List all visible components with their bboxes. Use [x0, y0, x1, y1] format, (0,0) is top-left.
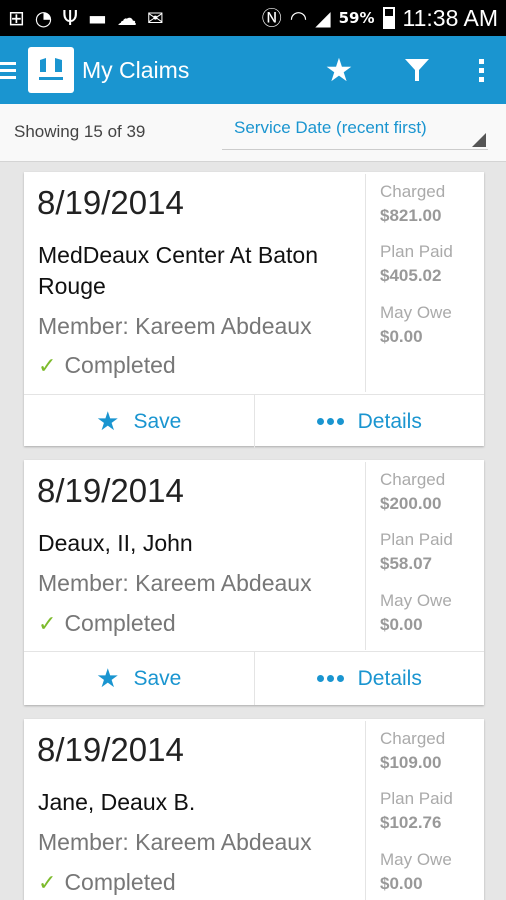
clock: 11:38 AM [402, 4, 498, 31]
bcbs-logo-icon [39, 58, 63, 80]
charged-amount: Charged $109.00 [380, 729, 446, 772]
overflow-menu-button[interactable] [456, 36, 506, 104]
more-dots-icon [316, 675, 344, 682]
app-logo[interactable] [28, 47, 74, 93]
plan-paid-amount: Plan Paid $405.02 [380, 242, 453, 285]
claim-member: Member: Kareem Abdeaux [38, 570, 312, 596]
star-icon: ★ [96, 663, 120, 693]
filter-icon [405, 59, 429, 81]
overflow-menu-icon [478, 58, 484, 82]
divider [365, 721, 366, 900]
divider [365, 174, 366, 392]
claim-status: ✓ Completed [38, 352, 176, 379]
add-box-icon: ⊞ [8, 6, 25, 30]
nfc-icon: Ⓝ [261, 6, 282, 30]
more-dots-icon [316, 418, 344, 425]
claim-status-text: Completed [64, 869, 176, 895]
battery-percent: 59% [338, 9, 375, 27]
claim-date: 8/19/2014 [37, 731, 184, 768]
plan-paid-amount: Plan Paid $58.07 [380, 530, 453, 573]
favorites-button[interactable]: ★ [300, 36, 378, 104]
app-bar: My Claims ★ [0, 36, 506, 104]
wifi-icon: ◠ [289, 6, 308, 30]
claim-provider: Deaux, II, John [38, 530, 193, 556]
result-count: Showing 15 of 39 [14, 122, 146, 141]
star-icon: ★ [96, 406, 120, 436]
claim-card[interactable]: 8/19/2014 MedDeaux Center At Baton Rouge… [24, 172, 484, 448]
may-owe-amount: May Owe $0.00 [380, 591, 452, 634]
filter-button[interactable] [378, 36, 456, 104]
sort-dropdown[interactable]: Service Date (recent first) [222, 116, 488, 150]
card-actions: ★ Save Details [24, 394, 484, 448]
dropdown-caret-icon [472, 133, 486, 147]
divider [365, 462, 366, 650]
save-button[interactable]: ★ Save [24, 652, 254, 705]
save-label: Save [133, 409, 182, 433]
gmail-icon: ✉ [146, 6, 164, 30]
save-button[interactable]: ★ Save [24, 395, 254, 448]
wifi-question-icon: ◔ [34, 6, 53, 30]
claim-date: 8/19/2014 [37, 472, 184, 509]
check-icon: ✓ [38, 869, 57, 895]
claim-member: Member: Kareem Abdeaux [38, 829, 312, 855]
claim-status: ✓ Completed [38, 610, 176, 637]
menu-icon[interactable] [0, 61, 16, 79]
claim-status: ✓ Completed [38, 869, 176, 896]
claim-provider: MedDeaux Center At Baton Rouge [38, 242, 318, 299]
plan-paid-amount: Plan Paid $102.76 [380, 789, 453, 832]
card-actions: ★ Save Details [24, 651, 484, 705]
details-label: Details [357, 666, 422, 690]
sort-value: Service Date (recent first) [234, 118, 427, 137]
list-header: Showing 15 of 39 Service Date (recent fi… [0, 104, 506, 162]
charged-amount: Charged $821.00 [380, 182, 446, 225]
star-icon: ★ [324, 51, 354, 89]
usb-icon: Ψ [62, 6, 78, 30]
claim-status-text: Completed [64, 610, 176, 636]
status-bar: ⊞ ◔ Ψ ▬ ☁ ✉ Ⓝ ◠ ◢ 59% 11:38 AM [0, 0, 506, 36]
may-owe-amount: May Owe $0.00 [380, 850, 452, 893]
details-label: Details [357, 409, 422, 433]
claim-provider: Jane, Deaux B. [38, 789, 196, 815]
message-icon: ▬ [87, 6, 107, 30]
charged-amount: Charged $200.00 [380, 470, 446, 513]
details-button[interactable]: Details [253, 395, 485, 448]
claim-status-text: Completed [64, 352, 176, 378]
claim-member: Member: Kareem Abdeaux [38, 313, 312, 339]
page-title: My Claims [82, 56, 190, 83]
check-icon: ✓ [38, 352, 57, 378]
weather-icon: ☁ [116, 6, 137, 30]
may-owe-amount: May Owe $0.00 [380, 303, 452, 346]
claim-date: 8/19/2014 [37, 184, 184, 221]
claim-card[interactable]: 8/19/2014 Jane, Deaux B. Member: Kareem … [24, 719, 484, 900]
signal-icon: ◢ [315, 6, 331, 30]
claims-list[interactable]: 8/19/2014 MedDeaux Center At Baton Rouge… [0, 163, 506, 900]
save-label: Save [133, 666, 182, 690]
claim-card[interactable]: 8/19/2014 Deaux, II, John Member: Kareem… [24, 460, 484, 705]
details-button[interactable]: Details [253, 652, 485, 705]
battery-icon [382, 7, 395, 29]
check-icon: ✓ [38, 610, 57, 636]
